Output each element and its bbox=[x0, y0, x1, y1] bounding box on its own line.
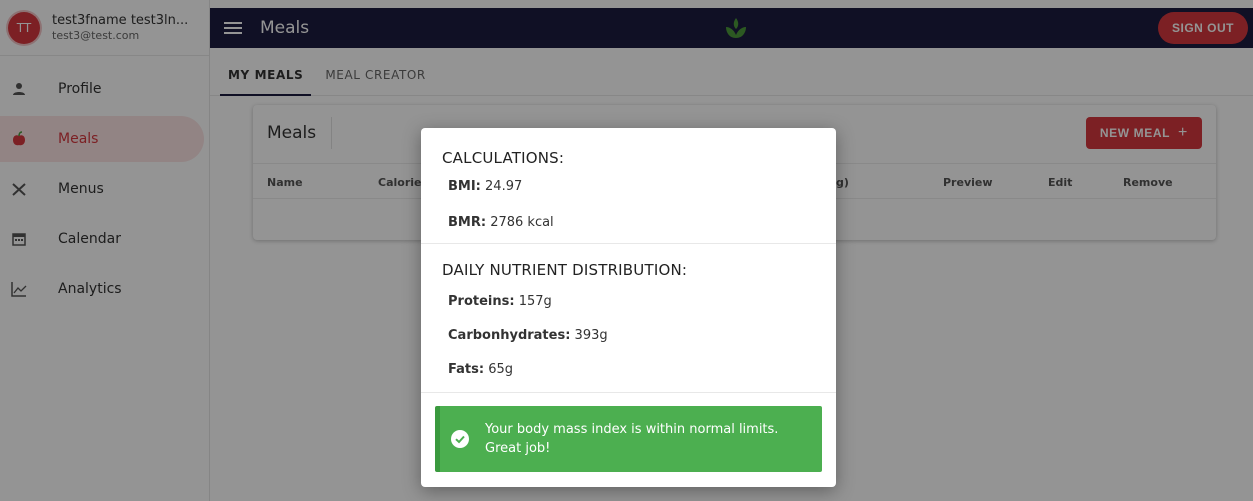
nutrient-distribution-title: DAILY NUTRIENT DISTRIBUTION: bbox=[442, 261, 688, 279]
proteins-label: Proteins: bbox=[448, 294, 515, 309]
bmi-label: BMI: bbox=[448, 179, 481, 194]
carbs-row: Carbonhydrates: 393g bbox=[448, 328, 608, 343]
calculations-title: CALCULATIONS: bbox=[442, 149, 565, 167]
calculations-dialog: CALCULATIONS: BMI: 24.97 BMR: 2786 kcal … bbox=[421, 128, 836, 487]
alert-message: Your body mass index is within normal li… bbox=[485, 422, 779, 456]
fats-value: 65g bbox=[488, 362, 513, 377]
proteins-row: Proteins: 157g bbox=[448, 294, 552, 309]
bmr-value: 2786 kcal bbox=[490, 215, 554, 230]
bmi-success-alert: Your body mass index is within normal li… bbox=[435, 406, 822, 472]
carbs-value: 393g bbox=[574, 328, 608, 343]
bmi-row: BMI: 24.97 bbox=[448, 179, 522, 194]
proteins-value: 157g bbox=[518, 294, 552, 309]
bmr-row: BMR: 2786 kcal bbox=[448, 215, 554, 230]
carbs-label: Carbonhydrates: bbox=[448, 328, 571, 343]
section-divider bbox=[421, 243, 836, 244]
check-circle-icon bbox=[451, 430, 469, 448]
fats-label: Fats: bbox=[448, 362, 485, 377]
bmi-value: 24.97 bbox=[485, 179, 523, 194]
bmr-label: BMR: bbox=[448, 215, 487, 230]
fats-row: Fats: 65g bbox=[448, 362, 513, 377]
section-divider bbox=[421, 392, 836, 393]
